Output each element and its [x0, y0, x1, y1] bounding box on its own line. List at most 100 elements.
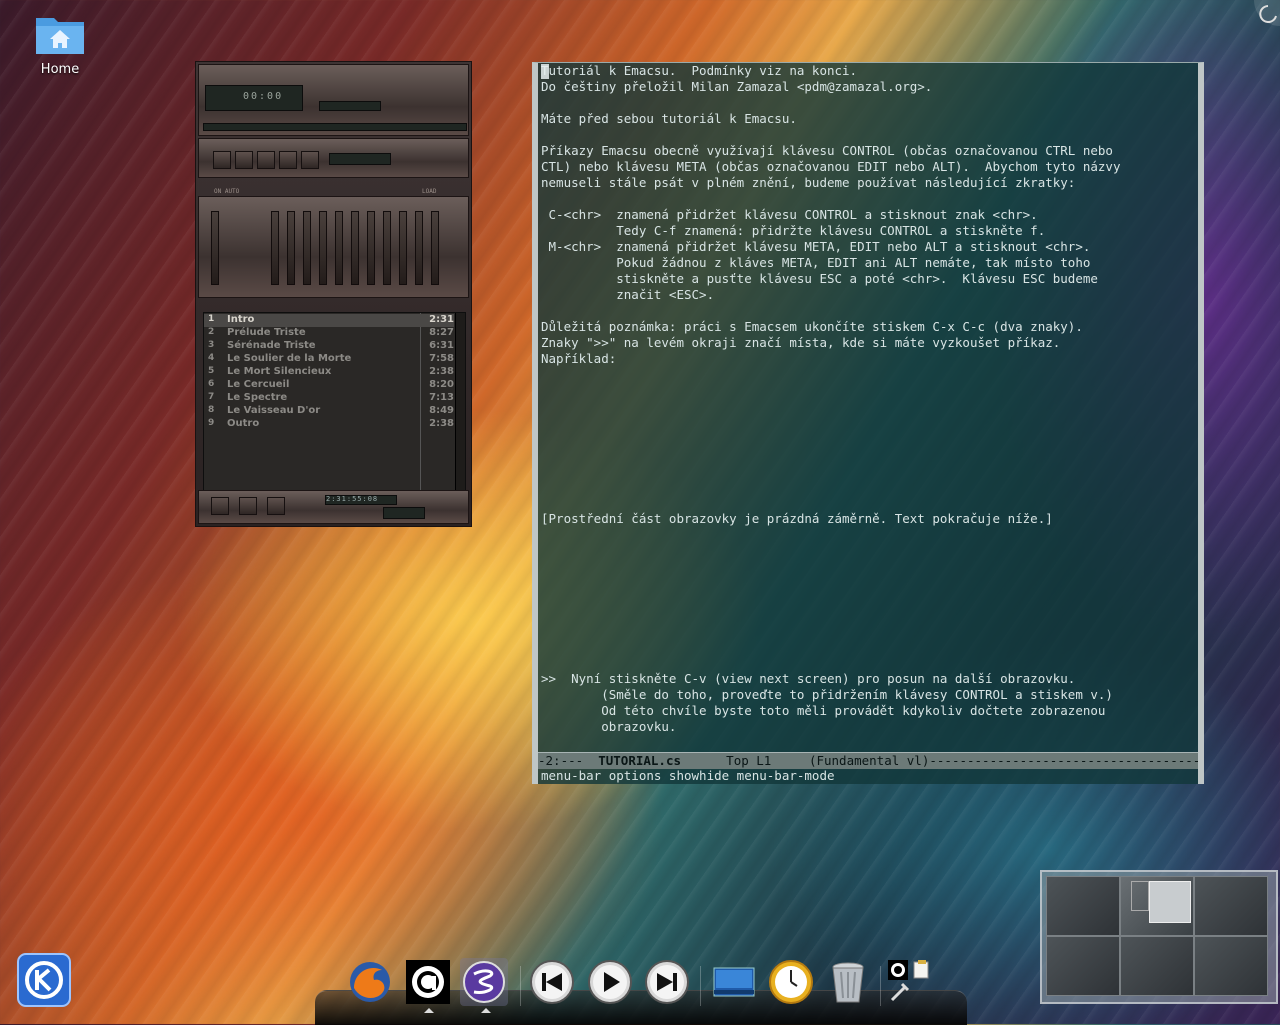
previous-track-button[interactable] — [528, 958, 576, 1006]
playlist-item-duration: 2:31 — [429, 314, 454, 325]
emacs-modeline[interactable]: -2:--- TUTORIAL.cs Top L1 (Fundamental v… — [538, 752, 1198, 769]
playlist-item-title: Le Cercueil — [227, 379, 290, 390]
desktop-toolbox-icon[interactable] — [1250, 0, 1280, 30]
playlist-item-title: Prélude Triste — [227, 327, 306, 338]
playlist-item-duration: 8:27 — [429, 327, 454, 338]
playlist-item-title: Intro — [227, 314, 255, 325]
show-desktop-button[interactable] — [710, 958, 758, 1006]
eq-band-slider[interactable] — [287, 211, 295, 285]
eq-band-slider[interactable] — [399, 211, 407, 285]
winamp-pause-button[interactable] — [257, 151, 275, 169]
pager-desktop-1[interactable] — [1046, 876, 1120, 936]
playlist-item[interactable]: 6 Le Cercueil 8:20 — [204, 379, 454, 392]
kickoff-launcher-button[interactable] — [16, 952, 72, 1008]
trash-icon — [832, 962, 864, 1003]
winamp-time: 00:00 — [243, 91, 284, 102]
eq-band-slider[interactable] — [335, 211, 343, 285]
pager-desktop-2[interactable] — [1120, 876, 1194, 936]
firefox-launcher[interactable] — [346, 958, 394, 1006]
modeline-position: Top L1 — [681, 753, 809, 768]
winamp-on-auto-label: ON AUTO — [214, 188, 240, 195]
desktop-home-icon[interactable]: Home — [28, 12, 92, 77]
playlist-item[interactable]: 5 Le Mort Silencieux 2:38 — [204, 366, 454, 379]
clock-icon — [769, 960, 813, 1004]
modeline-status: -2:--- — [538, 753, 599, 768]
virtual-desktop-pager — [1040, 870, 1278, 1004]
playlist-item-number: 3 — [208, 340, 215, 350]
playlist-select-button[interactable] — [267, 497, 285, 515]
play-icon — [588, 960, 632, 1004]
eq-band-slider[interactable] — [383, 211, 391, 285]
playlist-item[interactable]: 1 Intro 2:31 — [204, 314, 454, 327]
playlist-item-duration: 2:38 — [429, 418, 454, 429]
pager-desktop-5[interactable] — [1120, 936, 1194, 996]
playlist-item-number: 7 — [208, 392, 215, 402]
eq-band-slider[interactable] — [431, 211, 439, 285]
winamp-load-label: LOAD — [422, 188, 437, 195]
playlist-item-duration: 7:58 — [429, 353, 454, 364]
playlist-add-button[interactable] — [211, 497, 229, 515]
pager-desktop-3[interactable] — [1194, 876, 1268, 936]
playlist-scrollbar[interactable] — [455, 313, 465, 491]
emacs-buffer-text[interactable]: Tutoriál k Emacsu. Podmínky viz na konci… — [541, 63, 1191, 753]
eq-band-slider[interactable] — [271, 211, 279, 285]
amarok-running-indicator — [424, 1008, 434, 1013]
playlist-item[interactable]: 8 Le Vaisseau D'or 8:49 — [204, 405, 454, 418]
playlist-item-title: Le Vaisseau D'or — [227, 405, 321, 416]
eq-band-slider[interactable] — [351, 211, 359, 285]
playlist-item-duration: 8:20 — [429, 379, 454, 390]
modeline-fill: ----------------------------------------… — [929, 753, 1198, 768]
modeline-mode[interactable]: (Fundamental vl) — [809, 753, 929, 768]
playlist-item[interactable]: 3 Sérénade Triste 6:31 — [204, 340, 454, 353]
desktop-home-label: Home — [40, 62, 80, 77]
emacs-window[interactable]: Tutoriál k Emacsu. Podmínky viz na konci… — [532, 62, 1204, 784]
winamp-seek-bar[interactable] — [203, 123, 467, 131]
playlist-remove-button[interactable] — [239, 497, 257, 515]
eq-band-slider[interactable] — [303, 211, 311, 285]
playlist-item[interactable]: 2 Prélude Triste 8:27 — [204, 327, 454, 340]
clock-widget[interactable] — [767, 958, 815, 1006]
playlist-item-duration: 6:31 — [429, 340, 454, 351]
emacs-running-indicator — [481, 1008, 491, 1013]
playlist-item-number: 6 — [208, 379, 215, 389]
tray-tool-icon — [890, 982, 910, 1002]
winamp-play-button[interactable] — [235, 151, 253, 169]
pager-desktop-6[interactable] — [1194, 936, 1268, 996]
dock-separator — [880, 966, 881, 1006]
winamp-player: 00:00 ON AUTO LOAD 1 Intro 2:31 2 Prélud… — [195, 61, 472, 527]
next-track-icon — [645, 960, 689, 1004]
trash-button[interactable] — [824, 958, 872, 1006]
amarok-icon — [406, 960, 450, 1004]
modeline-buffer-name[interactable]: TUTORIAL.cs — [598, 753, 681, 768]
firefox-icon — [350, 962, 390, 1002]
playlist-item[interactable]: 4 Le Soulier de la Morte 7:58 — [204, 353, 454, 366]
playlist-mini-transport[interactable] — [383, 507, 425, 519]
playlist-item[interactable]: 9 Outro 2:38 — [204, 418, 454, 431]
pager-window-thumb — [1131, 881, 1149, 911]
text-cursor — [541, 64, 549, 79]
winamp-main-panel: 00:00 — [198, 64, 469, 136]
winamp-info-bar — [319, 101, 381, 111]
eq-band-slider[interactable] — [319, 211, 327, 285]
dock-separator — [700, 966, 701, 1006]
amarok-launcher[interactable] — [404, 958, 452, 1006]
eq-band-slider[interactable] — [415, 211, 423, 285]
winamp-stop-button[interactable] — [279, 151, 297, 169]
emacs-minibuffer[interactable]: menu-bar options showhide menu-bar-mode — [541, 768, 1198, 784]
tray-icons — [888, 960, 929, 1002]
winamp-volume-bar[interactable] — [329, 153, 391, 165]
playlist-item-title: Sérénade Triste — [227, 340, 316, 351]
winamp-playlist: 1 Intro 2:31 2 Prélude Triste 8:27 3 Sér… — [203, 312, 466, 492]
emacs-launcher[interactable] — [460, 958, 508, 1006]
winamp-prev-button[interactable] — [213, 151, 231, 169]
next-track-button[interactable] — [643, 958, 691, 1006]
playlist-item-duration: 2:38 — [429, 366, 454, 377]
emacs-icon — [463, 961, 505, 1003]
show-desktop-icon — [713, 967, 755, 997]
play-button[interactable] — [586, 958, 634, 1006]
eq-preamp-slider[interactable] — [211, 211, 219, 285]
pager-desktop-4[interactable] — [1046, 936, 1120, 996]
eq-band-slider[interactable] — [367, 211, 375, 285]
playlist-item[interactable]: 7 Le Spectre 7:13 — [204, 392, 454, 405]
winamp-next-button[interactable] — [301, 151, 319, 169]
